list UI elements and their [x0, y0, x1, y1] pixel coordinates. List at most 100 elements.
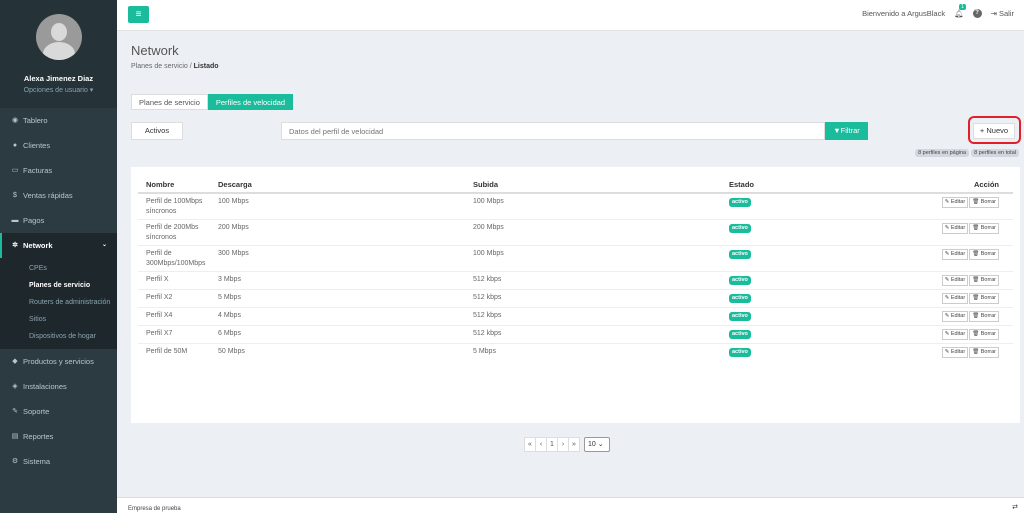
sidebar-item-label: Clientes: [23, 141, 51, 150]
bell-icon: 🔔︎: [954, 9, 964, 18]
edit-button[interactable]: ✎ Editar: [941, 329, 969, 340]
sidebar-item-label: Facturas: [23, 166, 53, 175]
delete-button[interactable]: 🗑︎ Borrar: [969, 311, 999, 322]
cell-status: activo: [721, 245, 807, 272]
edit-button[interactable]: ✎ Editar: [941, 223, 969, 234]
help-icon[interactable]: ?: [972, 9, 982, 18]
breadcrumb-parent[interactable]: Planes de servicio: [131, 63, 188, 70]
page-last-button[interactable]: »: [568, 437, 580, 452]
cell-actions: ✎ Editar 🗑︎ Borrar: [806, 245, 1013, 272]
edit-button[interactable]: ✎ Editar: [941, 197, 969, 208]
sidebar-item-productos[interactable]: ◆ Productos y servicios: [0, 349, 117, 374]
edit-label: Editar: [950, 277, 966, 283]
menu-icon: ≡: [135, 9, 142, 20]
sidebar-item-soporte[interactable]: ✎ Soporte: [0, 399, 117, 424]
logout-button[interactable]: ⇥ Salir: [991, 9, 1014, 18]
breadcrumb-current: Listado: [193, 63, 219, 70]
tabs: Planes de servicio Perfiles de velocidad: [131, 94, 294, 110]
user-profile: Alexa Jimenez Diaz Opciones de usuario ▾: [0, 0, 117, 108]
sidebar-subitem-planes-de-servicio[interactable]: Planes de servicio: [0, 277, 117, 294]
cell-download: 3 Mbps: [210, 271, 465, 290]
sidebar-item-reportes[interactable]: ▤ Reportes: [0, 424, 117, 449]
menu-toggle-button[interactable]: ≡: [128, 6, 149, 23]
sidebar-item-label: Productos y servicios: [23, 357, 94, 366]
delete-button[interactable]: 🗑︎ Borrar: [969, 249, 999, 260]
topbar-right: Bienvenido a ArgusBlack 🔔︎ 1 ? ⇥ Salir: [862, 4, 1014, 18]
cell-upload: 512 kbps: [465, 289, 721, 308]
per-page-select[interactable]: 10 ⌄: [584, 437, 610, 452]
delete-button[interactable]: 🗑︎ Borrar: [969, 329, 999, 340]
edit-icon: ✎: [944, 225, 950, 231]
cell-name: Perfil de 300Mbps/100Mbps: [138, 245, 210, 272]
cell-status: activo: [721, 325, 807, 344]
search-input[interactable]: [281, 122, 825, 140]
sidebar-subitem-sitios[interactable]: Sitios: [0, 311, 117, 328]
delete-label: Borrar: [980, 331, 996, 337]
filter-button[interactable]: ▼Filtrar: [825, 122, 868, 140]
tab-perfiles-de-velocidad[interactable]: Perfiles de velocidad: [207, 94, 294, 110]
cell-actions: ✎ Editar 🗑︎ Borrar: [806, 219, 1013, 246]
edit-button[interactable]: ✎ Editar: [941, 275, 969, 286]
sidebar-item-tablero[interactable]: ◉ Tablero: [0, 108, 117, 133]
cell-upload: 512 kbps: [465, 307, 721, 326]
total-count-badge: 8 perfiles en total: [971, 149, 1019, 157]
status-filter-button[interactable]: Activos: [131, 122, 183, 140]
trash-icon: 🗑︎: [972, 251, 980, 257]
sidebar-item-ventas-rapidas[interactable]: $ Ventas rápidas: [0, 183, 117, 208]
col-accion: Acción: [806, 176, 1013, 194]
user-name: Alexa Jimenez Diaz: [23, 74, 94, 83]
trash-icon: 🗑︎: [972, 225, 980, 231]
delete-button[interactable]: 🗑︎ Borrar: [969, 223, 999, 234]
edit-icon: ✎: [944, 331, 950, 337]
welcome-text: Bienvenido a ArgusBlack: [862, 9, 946, 18]
sidebar-item-label: Reportes: [23, 432, 54, 441]
cell-download: 6 Mbps: [210, 325, 465, 344]
sidebar-subitem-routers[interactable]: Routers de administración: [0, 294, 117, 311]
sidebar-subitem-cpes[interactable]: CPEs: [0, 260, 117, 277]
tab-planes-de-servicio[interactable]: Planes de servicio: [131, 94, 208, 110]
sidebar-item-pagos[interactable]: ▬ Pagos: [0, 208, 117, 233]
sidebar-subitem-dispositivos[interactable]: Dispositivos de hogar: [0, 328, 117, 345]
delete-label: Borrar: [980, 199, 996, 205]
sidebar-nav: ◉ Tablero ● Clientes ▭ Facturas $ Ventas ráp…: [0, 108, 117, 258]
company-name: Empresa de prueba: [128, 506, 181, 512]
cell-name: Perfil de 100Mbps síncronos: [138, 192, 210, 220]
edit-button[interactable]: ✎ Editar: [941, 311, 969, 322]
sidebar-item-facturas[interactable]: ▭ Facturas: [0, 158, 117, 183]
edit-icon: ✎: [944, 277, 950, 283]
sidebar-item-sistema[interactable]: ⚙ Sistema: [0, 449, 117, 474]
notifications-button[interactable]: 🔔︎ 1: [954, 4, 966, 18]
tag-icon: ◈: [12, 383, 18, 390]
cell-name: Perfil de 200Mbs síncronos: [138, 219, 210, 246]
resize-icon[interactable]: ⇄: [1012, 503, 1018, 511]
cell-status: activo: [721, 192, 807, 220]
sidebar-item-network[interactable]: ✲ Network ⌄: [0, 233, 117, 258]
footer: Empresa de prueba: [117, 497, 1024, 513]
edit-button[interactable]: ✎ Editar: [941, 293, 969, 304]
dollar-icon: $: [13, 192, 17, 199]
sidebar-item-instalaciones[interactable]: ◈ Instalaciones: [0, 374, 117, 399]
edit-button[interactable]: ✎ Editar: [941, 249, 969, 260]
delete-button[interactable]: 🗑︎ Borrar: [969, 293, 999, 304]
money-icon: ▬: [11, 217, 19, 224]
trash-icon: 🗑︎: [972, 331, 980, 337]
delete-button[interactable]: 🗑︎ Borrar: [969, 275, 999, 286]
new-button[interactable]: + Nuevo: [973, 123, 1015, 139]
status-badge: activo: [729, 294, 751, 303]
user-options-dropdown[interactable]: Opciones de usuario ▾: [0, 86, 117, 94]
cell-download: 100 Mbps: [210, 192, 465, 220]
gear-icon: ✲: [12, 242, 18, 249]
cell-download: 4 Mbps: [210, 307, 465, 326]
cell-name: Perfil X4: [138, 307, 210, 326]
notification-count: 1: [959, 4, 966, 10]
delete-button[interactable]: 🗑︎ Borrar: [969, 197, 999, 208]
sidebar-item-clientes[interactable]: ● Clientes: [0, 133, 117, 158]
cell-upload: 200 Mbps: [465, 219, 721, 246]
per-page-value: 10: [588, 441, 596, 448]
status-badge: activo: [729, 330, 751, 339]
cell-actions: ✎ Editar 🗑︎ Borrar: [806, 192, 1013, 220]
delete-button[interactable]: 🗑︎ Borrar: [969, 347, 999, 358]
cell-download: 5 Mbps: [210, 289, 465, 308]
edit-button[interactable]: ✎ Editar: [941, 347, 969, 358]
page-count-badge: 8 perfiles en página: [915, 149, 970, 157]
